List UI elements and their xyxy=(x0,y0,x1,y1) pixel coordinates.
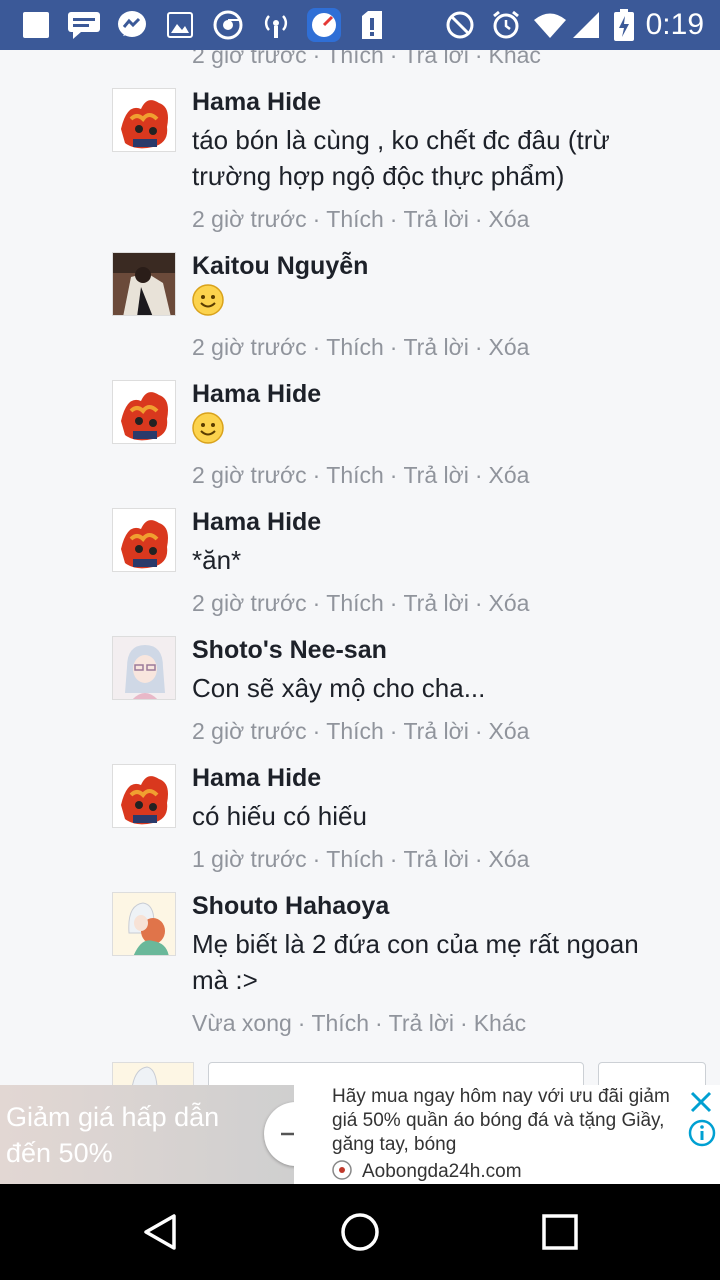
speed-app-icon xyxy=(306,8,342,42)
reply-link[interactable]: Trả lời xyxy=(403,334,468,360)
comment-input[interactable] xyxy=(208,1062,584,1085)
ad-headline: Giảm giá hấp dẫn đến 50% xyxy=(6,1102,220,1168)
comment-meta: 2 giờ trước · Thích · Trả lời · Xóa xyxy=(192,334,530,360)
close-icon[interactable] xyxy=(688,1089,714,1115)
messages-icon xyxy=(66,10,102,40)
like-link[interactable]: Thích xyxy=(326,50,384,68)
composer-avatar xyxy=(112,1062,194,1085)
navigation-bar xyxy=(0,1184,720,1280)
comment-meta: 2 giờ trước · Thích · Trả lời · Xóa xyxy=(192,590,530,616)
reply-link[interactable]: Trả lời xyxy=(403,590,468,616)
ad-text-panel[interactable]: Hãy mua ngay hôm nay với ưu đãi giảm giá… xyxy=(294,1085,720,1184)
reply-link[interactable]: Trả lời xyxy=(403,50,468,68)
avatar[interactable] xyxy=(112,764,176,828)
chrome-icon xyxy=(212,10,244,40)
like-link[interactable]: Thích xyxy=(326,846,384,872)
reply-link[interactable]: Trả lời xyxy=(403,718,468,744)
comment-time: 2 giờ trước xyxy=(192,334,307,360)
back-icon[interactable] xyxy=(136,1208,184,1256)
battery-charging-icon xyxy=(612,9,636,41)
ad-site-logo-icon xyxy=(332,1160,352,1180)
reply-link[interactable]: Trả lời xyxy=(403,462,468,488)
comment-author[interactable]: Kaitou Nguyễn xyxy=(192,252,368,281)
comment-author[interactable]: Hama Hide xyxy=(192,508,321,537)
delete-link[interactable]: Xóa xyxy=(488,206,529,232)
like-link[interactable]: Thích xyxy=(326,590,384,616)
more-link[interactable]: Khác xyxy=(488,50,540,68)
smile-emoji-icon xyxy=(192,284,224,316)
clock: 0:19 xyxy=(645,8,704,41)
square-notification-icon xyxy=(20,10,52,40)
delete-link[interactable]: Xóa xyxy=(488,590,529,616)
comment-time: 1 giờ trước xyxy=(192,846,307,872)
comment-text: táo bón là cùng , ko chết đc đâu (trừ tr… xyxy=(192,125,610,191)
comment-author[interactable]: Shouto Hahaoya xyxy=(192,892,389,921)
info-icon[interactable] xyxy=(688,1119,716,1147)
comment-text: Mẹ biết là 2 đứa con của mẹ rất ngoan mà… xyxy=(192,929,639,995)
comment-meta: Vừa xong · Thích · Trả lời · Khác xyxy=(192,1010,527,1036)
comment-meta: 2 giờ trước · Thích · Trả lời · Xóa xyxy=(192,462,530,488)
ad-body: Hãy mua ngay hôm nay với ưu đãi giảm giá… xyxy=(332,1086,670,1155)
avatar[interactable] xyxy=(112,252,176,316)
like-link[interactable]: Thích xyxy=(326,462,384,488)
delete-link[interactable]: Xóa xyxy=(488,462,529,488)
smile-emoji-icon xyxy=(192,412,224,444)
post-comment-button[interactable] xyxy=(598,1062,706,1085)
comment-author[interactable]: Hama Hide xyxy=(192,88,321,117)
reply-link[interactable]: Trả lời xyxy=(403,206,468,232)
comment-emoji xyxy=(192,412,672,453)
comment-meta: 1 giờ trước · Thích · Trả lời · Xóa xyxy=(192,846,530,872)
hotspot-icon xyxy=(258,10,294,40)
comment-meta: 2 giờ trước · Thích · Trả lời · Xóa xyxy=(192,206,530,232)
avatar[interactable] xyxy=(112,380,176,444)
ad-domain: Aobongda24h.com xyxy=(362,1161,522,1182)
comment-meta: 2 giờ trước · Thích · Trả lời · Xóa xyxy=(192,718,530,744)
signal-icon xyxy=(570,10,602,40)
alarm-icon xyxy=(490,10,522,40)
delete-link[interactable]: Xóa xyxy=(488,334,529,360)
comment-text: *ăn* xyxy=(192,545,242,575)
recents-icon[interactable] xyxy=(536,1208,584,1256)
like-link[interactable]: Thích xyxy=(326,206,384,232)
ad-banner[interactable]: Giảm giá hấp dẫn đến 50% Hãy mua ngay hô… xyxy=(0,1085,720,1184)
delete-link[interactable]: Xóa xyxy=(488,718,529,744)
comment-author[interactable]: Shoto's Nee-san xyxy=(192,636,387,665)
like-link[interactable]: Thích xyxy=(326,718,384,744)
comment-author[interactable]: Hama Hide xyxy=(192,380,321,409)
avatar[interactable] xyxy=(112,508,176,572)
sd-card-alert-icon xyxy=(360,10,384,40)
status-bar: 0:19 xyxy=(0,0,720,50)
do-not-disturb-icon xyxy=(444,10,476,40)
comment-emoji xyxy=(192,284,672,325)
like-link[interactable]: Thích xyxy=(326,334,384,360)
home-icon[interactable] xyxy=(336,1208,384,1256)
comment-time: 2 giờ trước xyxy=(192,462,307,488)
comment-text: Con sẽ xây mộ cho cha... xyxy=(192,673,486,703)
comments-list[interactable]: 2 giờ trước · Thích · Trả lời · Khác Hama Hide… xyxy=(0,50,720,1085)
comment-time: 2 giờ trước xyxy=(192,50,307,68)
comment-time: 2 giờ trước xyxy=(192,206,307,232)
gallery-icon xyxy=(166,10,194,40)
more-link[interactable]: Khác xyxy=(474,1010,526,1036)
ad-image[interactable]: Giảm giá hấp dẫn đến 50% xyxy=(0,1085,294,1184)
comment-text: có hiếu có hiếu xyxy=(192,801,367,831)
comment-author[interactable]: Hama Hide xyxy=(192,764,321,793)
delete-link[interactable]: Xóa xyxy=(488,846,529,872)
wifi-icon xyxy=(532,10,568,40)
messenger-icon xyxy=(116,10,148,40)
like-link[interactable]: Thích xyxy=(311,1010,369,1036)
comment-time: 2 giờ trước xyxy=(192,718,307,744)
avatar[interactable] xyxy=(112,892,176,956)
avatar[interactable] xyxy=(112,636,176,700)
reply-link[interactable]: Trả lời xyxy=(389,1010,454,1036)
comment-meta-partial: 2 giờ trước · Thích · Trả lời · Khác xyxy=(192,50,541,69)
comment-time: 2 giờ trước xyxy=(192,590,307,616)
reply-link[interactable]: Trả lời xyxy=(403,846,468,872)
avatar[interactable] xyxy=(112,88,176,152)
comment-time: Vừa xong xyxy=(192,1010,292,1036)
